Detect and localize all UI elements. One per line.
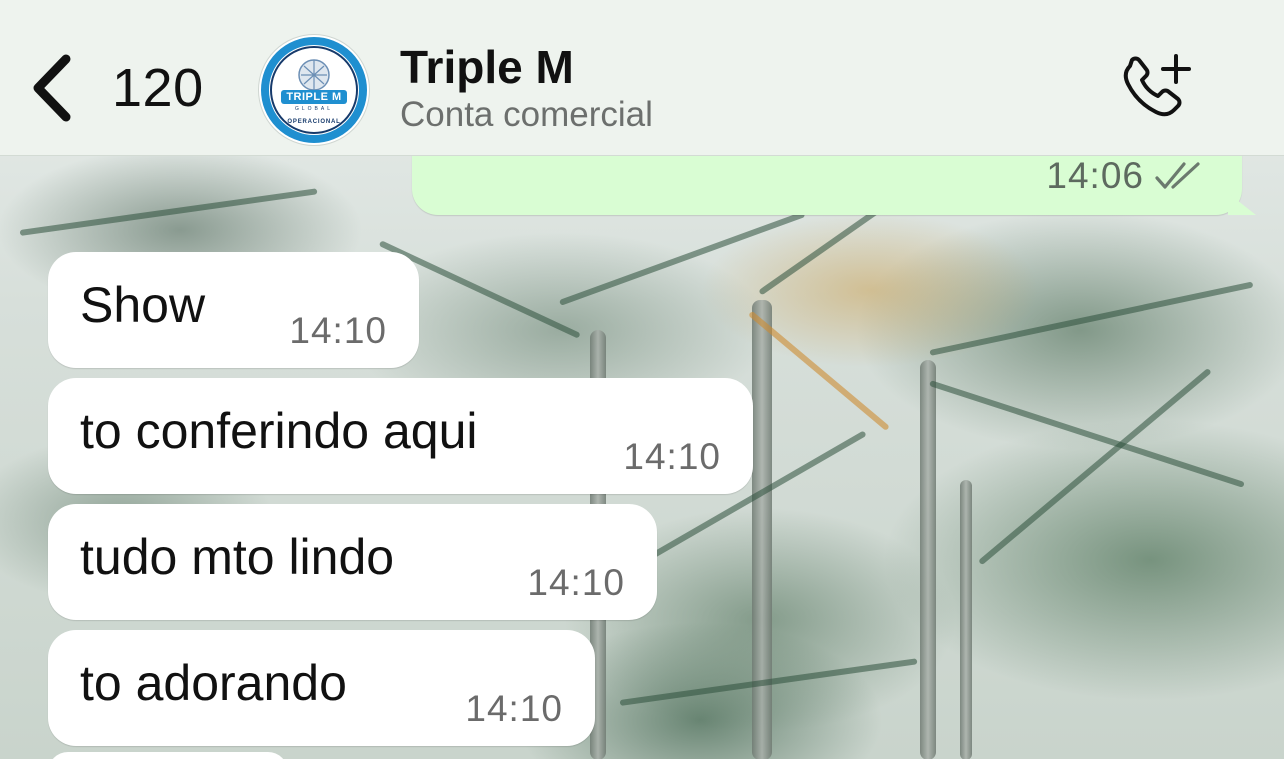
message-text: to conferindo aqui (80, 403, 478, 459)
sent-message-meta: 14:06 (1046, 155, 1208, 197)
received-message-bubble[interactable] (48, 752, 288, 759)
received-message-bubble[interactable]: to conferindo aqui 14:10 (48, 378, 753, 494)
message-time: 14:06 (1046, 155, 1144, 196)
palm-trunk (960, 480, 972, 759)
received-message-bubble[interactable]: Show 14:10 (48, 252, 419, 368)
phone-plus-icon (1123, 54, 1191, 117)
palm-frond (558, 211, 806, 306)
message-time: 14:10 (623, 436, 721, 477)
palm-frond (929, 281, 1254, 356)
triple-m-logo (261, 37, 367, 143)
back-button[interactable]: 120 (30, 48, 204, 128)
avatar[interactable]: TRIPLE M GLOBAL OPERACIONAL (258, 34, 370, 146)
message-text: to adorando (80, 655, 347, 711)
palm-trunk (920, 360, 936, 759)
message-text: Show (80, 277, 206, 333)
message-text: tudo mto lindo (80, 529, 395, 585)
unread-count: 120 (112, 58, 204, 118)
message-time: 14:10 (465, 688, 563, 729)
chat-screen: 120 TRIPLE M GLOBAL OPERACIONAL Triple M… (0, 0, 1284, 759)
chevron-left-icon (30, 48, 90, 128)
message-time: 14:10 (527, 562, 625, 603)
contact-subtitle: Conta comercial (400, 95, 653, 134)
palm-trunk (752, 300, 772, 759)
avatar-small-text: GLOBAL (294, 106, 333, 112)
received-message-bubble[interactable]: to adorando 14:10 (48, 630, 595, 746)
message-time: 14:10 (289, 310, 387, 351)
chat-header: 120 TRIPLE M GLOBAL OPERACIONAL Triple M… (0, 0, 1284, 156)
contact-name[interactable]: Triple M (400, 40, 574, 94)
double-check-icon (1155, 162, 1200, 189)
avatar-ring-text: OPERACIONAL (287, 119, 341, 125)
palm-frond (19, 188, 318, 236)
add-call-button[interactable] (1116, 52, 1196, 124)
avatar-logo-text: TRIPLE M (286, 91, 342, 103)
received-message-bubble[interactable]: tudo mto lindo 14:10 (48, 504, 657, 620)
